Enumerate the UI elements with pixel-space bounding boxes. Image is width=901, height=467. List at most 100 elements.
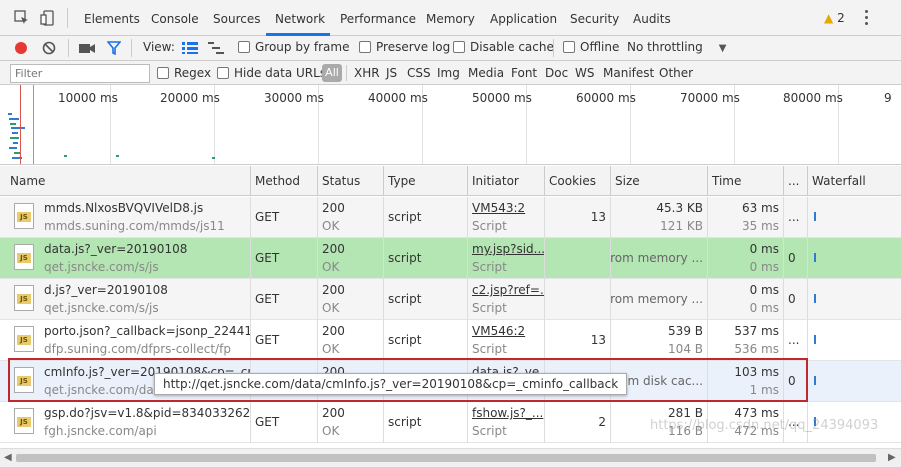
request-name: porto.json?_callback=jsonp_224415... bbox=[44, 324, 251, 338]
checkbox-box bbox=[453, 41, 465, 53]
type-cell: script bbox=[384, 197, 468, 238]
filter-type-css[interactable]: CSS bbox=[407, 66, 431, 80]
column-header-name[interactable]: Name bbox=[0, 166, 251, 196]
tab-elements[interactable]: Elements bbox=[84, 12, 140, 26]
tab-security[interactable]: Security bbox=[570, 12, 619, 26]
filter-icon[interactable] bbox=[107, 41, 121, 55]
name-cell: JS data.js?_ver=20190108 qet.jsncke.com/… bbox=[0, 238, 251, 279]
network-overview-timeline[interactable]: 10000 ms 20000 ms 30000 ms 40000 ms 5000… bbox=[0, 85, 901, 165]
initiator-link[interactable]: c2.jsp?ref=... bbox=[472, 283, 544, 297]
request-name: mmds.NlxosBVQVIVelD8.js bbox=[44, 201, 204, 215]
scroll-right-icon[interactable]: ▶ bbox=[888, 452, 896, 463]
warnings-counter[interactable]: ▲ 2 bbox=[824, 11, 845, 25]
screenshot-camera-icon[interactable] bbox=[79, 42, 95, 54]
cookies-cell bbox=[545, 279, 611, 320]
table-row[interactable]: JS data.js?_ver=20190108 qet.jsncke.com/… bbox=[0, 238, 901, 279]
column-header-more[interactable]: ... bbox=[784, 166, 808, 196]
column-header-type[interactable]: Type bbox=[384, 166, 468, 196]
waterfall-bar bbox=[814, 212, 816, 221]
preserve-log-checkbox[interactable]: Preserve log bbox=[359, 40, 450, 54]
tab-network[interactable]: Network bbox=[275, 12, 325, 26]
column-header-time[interactable]: Time bbox=[708, 166, 784, 196]
checkbox-box bbox=[359, 41, 371, 53]
extra-cell: 0 bbox=[784, 279, 808, 320]
group-by-frame-checkbox[interactable]: Group by frame bbox=[238, 40, 349, 54]
initiator-cell[interactable]: VM546:2 Script bbox=[468, 320, 545, 361]
timeline-tick: 20000 ms bbox=[160, 91, 220, 105]
device-toolbar-icon[interactable] bbox=[40, 10, 56, 26]
timeline-tick: 50000 ms bbox=[472, 91, 532, 105]
table-row[interactable]: JS mmds.NlxosBVQVIVelD8.js mmds.suning.c… bbox=[0, 197, 901, 238]
throttling-select[interactable]: No throttling ▼ bbox=[627, 40, 726, 54]
script-file-icon: JS bbox=[14, 203, 34, 229]
column-header-method[interactable]: Method bbox=[251, 166, 318, 196]
clear-icon[interactable] bbox=[42, 41, 56, 55]
initiator-cell[interactable]: my.jsp?sid... Script bbox=[468, 238, 545, 279]
tab-audits[interactable]: Audits bbox=[633, 12, 671, 26]
tab-memory[interactable]: Memory bbox=[426, 12, 475, 26]
overview-icon[interactable] bbox=[208, 42, 224, 54]
more-options-icon[interactable] bbox=[865, 10, 869, 28]
column-header-waterfall[interactable]: Waterfall bbox=[808, 166, 901, 196]
regex-checkbox[interactable]: Regex bbox=[157, 66, 211, 80]
status-cell: 200 OK bbox=[318, 197, 384, 238]
filter-type-manifest[interactable]: Manifest bbox=[603, 66, 654, 80]
status-cell: 200 OK bbox=[318, 238, 384, 279]
script-file-icon: JS bbox=[14, 408, 34, 434]
filter-type-img[interactable]: Img bbox=[437, 66, 460, 80]
cookies-cell: 13 bbox=[545, 197, 611, 238]
initiator-link[interactable]: fshow.js?_... bbox=[472, 406, 543, 420]
column-header-initiator[interactable]: Initiator bbox=[468, 166, 545, 196]
tab-performance[interactable]: Performance bbox=[340, 12, 416, 26]
column-header-cookies[interactable]: Cookies bbox=[545, 166, 611, 196]
disable-cache-checkbox[interactable]: Disable cache bbox=[453, 40, 554, 54]
method-cell: GET bbox=[251, 402, 318, 443]
tab-application[interactable]: Application bbox=[490, 12, 557, 26]
initiator-cell[interactable]: VM543:2 Script bbox=[468, 197, 545, 238]
filter-type-ws[interactable]: WS bbox=[575, 66, 594, 80]
filter-type-js[interactable]: JS bbox=[386, 66, 397, 80]
filter-type-other[interactable]: Other bbox=[659, 66, 693, 80]
watermark-text: https://blog.csdn.net/qq_24394093 bbox=[650, 418, 879, 433]
table-row[interactable]: JS porto.json?_callback=jsonp_224415... … bbox=[0, 320, 901, 361]
time-cell: 0 ms 0 ms bbox=[708, 279, 784, 320]
inspect-element-icon[interactable] bbox=[14, 10, 30, 26]
time-cell: 63 ms 35 ms bbox=[708, 197, 784, 238]
script-file-icon: JS bbox=[14, 326, 34, 352]
tab-console[interactable]: Console bbox=[151, 12, 199, 26]
filter-type-all[interactable]: All bbox=[322, 64, 342, 82]
filter-input[interactable] bbox=[10, 64, 150, 83]
warning-icon: ▲ bbox=[824, 11, 834, 25]
time-cell: 537 ms 536 ms bbox=[708, 320, 784, 361]
initiator-link[interactable]: my.jsp?sid... bbox=[472, 242, 544, 256]
large-rows-icon[interactable] bbox=[182, 42, 198, 54]
initiator-cell[interactable]: c2.jsp?ref=... Script bbox=[468, 279, 545, 320]
tab-sources[interactable]: Sources bbox=[213, 12, 260, 26]
column-header-status[interactable]: Status bbox=[318, 166, 384, 196]
hide-data-urls-checkbox[interactable]: Hide data URLs bbox=[217, 66, 326, 80]
size-cell: (from memory ... bbox=[611, 238, 708, 279]
filter-type-font[interactable]: Font bbox=[511, 66, 537, 80]
initiator-link[interactable]: VM543:2 bbox=[472, 201, 525, 215]
filter-type-media[interactable]: Media bbox=[468, 66, 504, 80]
method-cell: GET bbox=[251, 279, 318, 320]
cookies-cell bbox=[545, 238, 611, 279]
initiator-link[interactable]: VM546:2 bbox=[472, 324, 525, 338]
scrollbar-thumb[interactable] bbox=[16, 454, 876, 462]
filter-type-xhr[interactable]: XHR bbox=[354, 66, 380, 80]
method-cell: GET bbox=[251, 197, 318, 238]
column-header-size[interactable]: Size bbox=[611, 166, 708, 196]
initiator-cell[interactable]: fshow.js?_... Script bbox=[468, 402, 545, 443]
timeline-tick: 10000 ms bbox=[58, 91, 118, 105]
scroll-left-icon[interactable]: ◀ bbox=[4, 452, 12, 463]
name-cell: JS d.js?_ver=20190108 qet.jsncke.com/s/j… bbox=[0, 279, 251, 320]
timeline-tick: 70000 ms bbox=[680, 91, 740, 105]
table-row[interactable]: JS d.js?_ver=20190108 qet.jsncke.com/s/j… bbox=[0, 279, 901, 320]
checkbox-box bbox=[563, 41, 575, 53]
offline-checkbox[interactable]: Offline bbox=[563, 40, 619, 54]
timeline-tick: 80000 ms bbox=[783, 91, 843, 105]
extra-cell: 0 bbox=[784, 361, 808, 402]
record-icon[interactable] bbox=[14, 41, 28, 55]
horizontal-scrollbar[interactable]: ◀ ▶ bbox=[0, 448, 901, 467]
filter-type-doc[interactable]: Doc bbox=[545, 66, 568, 80]
